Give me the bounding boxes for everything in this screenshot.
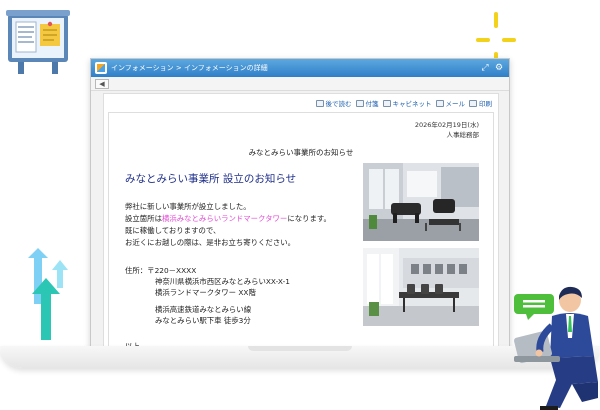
body-line: 弊社に新しい事業所が設立しました。: [125, 202, 251, 211]
notice-body: 弊社に新しい事業所が設立しました。 設立箇所は横浜みなとみらいランドマークタワー…: [125, 201, 331, 249]
address-line: 横浜ランドマークタワー XX階: [155, 288, 256, 297]
mail-button[interactable]: メール: [435, 98, 466, 108]
information-window: インフォメーション > インフォメーションの詳細 ⤢ ⚙ ◀ 後で読む 付箋 キ…: [90, 58, 510, 358]
window-titlebar: インフォメーション > インフォメーションの詳細 ⤢ ⚙: [91, 59, 509, 77]
body-text-span: 設立箇所は: [125, 214, 162, 223]
breadcrumb: インフォメーション > インフォメーションの詳細: [111, 64, 268, 72]
print-label: 印刷: [479, 100, 492, 108]
sticky-note-label: 付箋: [365, 100, 379, 108]
office-lounge-photo: [363, 163, 479, 241]
address-label: 住所：〒220－XXXX: [125, 266, 197, 275]
person-with-laptop-illustration: [513, 286, 598, 410]
bookmark-icon: [315, 99, 324, 107]
station-line: みなとみらい駅下車 徒歩3分: [155, 316, 251, 325]
cabinet-button[interactable]: キャビネット: [382, 98, 432, 108]
upward-arrows-icon: [28, 248, 68, 340]
back-button[interactable]: ◀: [95, 79, 109, 89]
body-line: 既に稼働しておりますので、: [125, 226, 221, 235]
notice-department: 人事総務部: [446, 131, 480, 139]
body-text-span: になります。: [287, 214, 331, 223]
sticky-note-icon: [355, 99, 364, 107]
notice-headline: みなとみらい事業所 設立のお知らせ: [125, 173, 297, 185]
cabinet-icon: [382, 99, 391, 107]
sticky-note-button[interactable]: 付箋: [355, 98, 379, 108]
address-line: 神奈川県横浜市西区みなとみらいXX-X-1: [155, 277, 290, 286]
action-toolbar: 後で読む 付箋 キャビネット メール 印刷: [315, 97, 492, 109]
print-icon: [469, 99, 477, 107]
print-button[interactable]: 印刷: [469, 98, 492, 108]
address-block: 住所：〒220－XXXX 神奈川県横浜市西区みなとみらいXX-X-1 横浜ランド…: [125, 265, 290, 326]
cabinet-label: キャビネット: [392, 100, 432, 108]
content-panel: 後で読む 付箋 キャビネット メール 印刷 2026年02月19日(水) 人事総…: [103, 93, 499, 357]
gear-icon[interactable]: ⚙: [493, 62, 505, 74]
laptop-hinge: [248, 346, 352, 351]
navigation-bar: ◀: [91, 77, 509, 91]
mail-label: メール: [445, 100, 466, 108]
notice-date: 2026年02月19日(水): [414, 121, 479, 129]
notice-document: 2026年02月19日(水) 人事総務部 みなとみらい事業所のお知らせ みなとみ…: [108, 112, 494, 357]
location-link[interactable]: 横浜みなとみらいランドマークタワー: [162, 214, 287, 223]
read-later-button[interactable]: 後で読む: [315, 98, 352, 108]
body-line: 設立箇所は横浜みなとみらいランドマークタワーになります。: [125, 213, 331, 225]
expand-icon[interactable]: ⤢: [479, 62, 491, 74]
illustration-stage: インフォメーション > インフォメーションの詳細 ⤢ ⚙ ◀ 後で読む 付箋 キ…: [0, 0, 600, 410]
mail-icon: [435, 99, 444, 107]
app-icon: [95, 62, 107, 74]
meeting-room-photo: [363, 248, 479, 326]
station-line: 横浜高速鉄道みなとみらい線: [155, 305, 252, 314]
bulletin-board-icon: [6, 10, 70, 74]
body-line: お近くにお越しの際は、是非お立ち寄りください。: [125, 238, 295, 247]
read-later-label: 後で読む: [325, 100, 352, 108]
notice-title: みなとみらい事業所のお知らせ: [248, 148, 354, 157]
